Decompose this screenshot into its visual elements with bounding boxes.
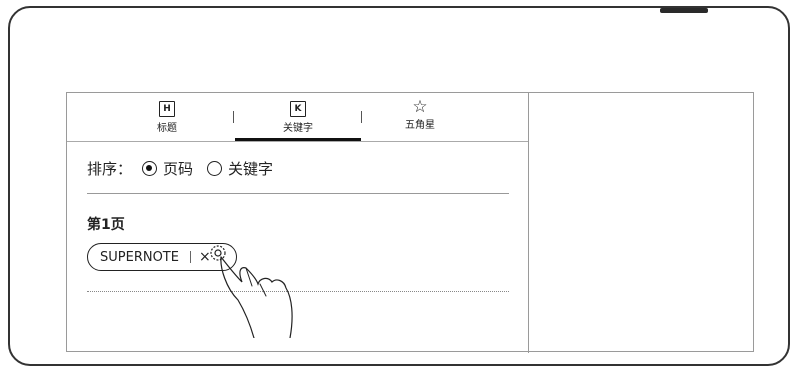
tab-heading-label: 标题 xyxy=(157,123,177,134)
radio-page-number[interactable] xyxy=(142,160,158,176)
tab-separator xyxy=(233,111,234,123)
power-button[interactable] xyxy=(660,8,708,13)
radio-keyword[interactable] xyxy=(207,160,223,176)
tab-heading[interactable]: H 标题 xyxy=(107,93,227,141)
screen: H 标题 K 关键字 ☆ 五角星 排序： 页码 关键字 第1页 SUPERNOT… xyxy=(66,92,754,353)
preview-area xyxy=(529,93,753,351)
tab-star-label: 五角星 xyxy=(405,120,435,131)
tab-keyword-label: 关键字 xyxy=(283,123,313,134)
radio-page-number-label[interactable]: 页码 xyxy=(163,158,193,179)
sort-row: 排序： 页码 关键字 xyxy=(87,155,273,181)
keyword-chip-text[interactable]: SUPERNOTE xyxy=(100,250,179,265)
sort-label: 排序： xyxy=(87,159,133,178)
divider xyxy=(87,193,509,194)
heading-icon: H xyxy=(159,101,175,117)
tap-hand-icon xyxy=(210,245,293,338)
tab-bar: H 标题 K 关键字 ☆ 五角星 xyxy=(67,93,528,142)
active-tab-indicator xyxy=(235,138,361,141)
page-group-heading: 第1页 xyxy=(87,217,125,233)
star-icon: ☆ xyxy=(412,97,428,117)
tab-star[interactable]: ☆ 五角星 xyxy=(360,93,480,141)
device-frame: H 标题 K 关键字 ☆ 五角星 排序： 页码 关键字 第1页 SUPERNOT… xyxy=(8,6,790,366)
keyword-icon: K xyxy=(290,101,306,117)
radio-keyword-label[interactable]: 关键字 xyxy=(228,158,273,179)
tab-keyword[interactable]: K 关键字 xyxy=(238,93,358,141)
chip-separator xyxy=(189,251,191,263)
